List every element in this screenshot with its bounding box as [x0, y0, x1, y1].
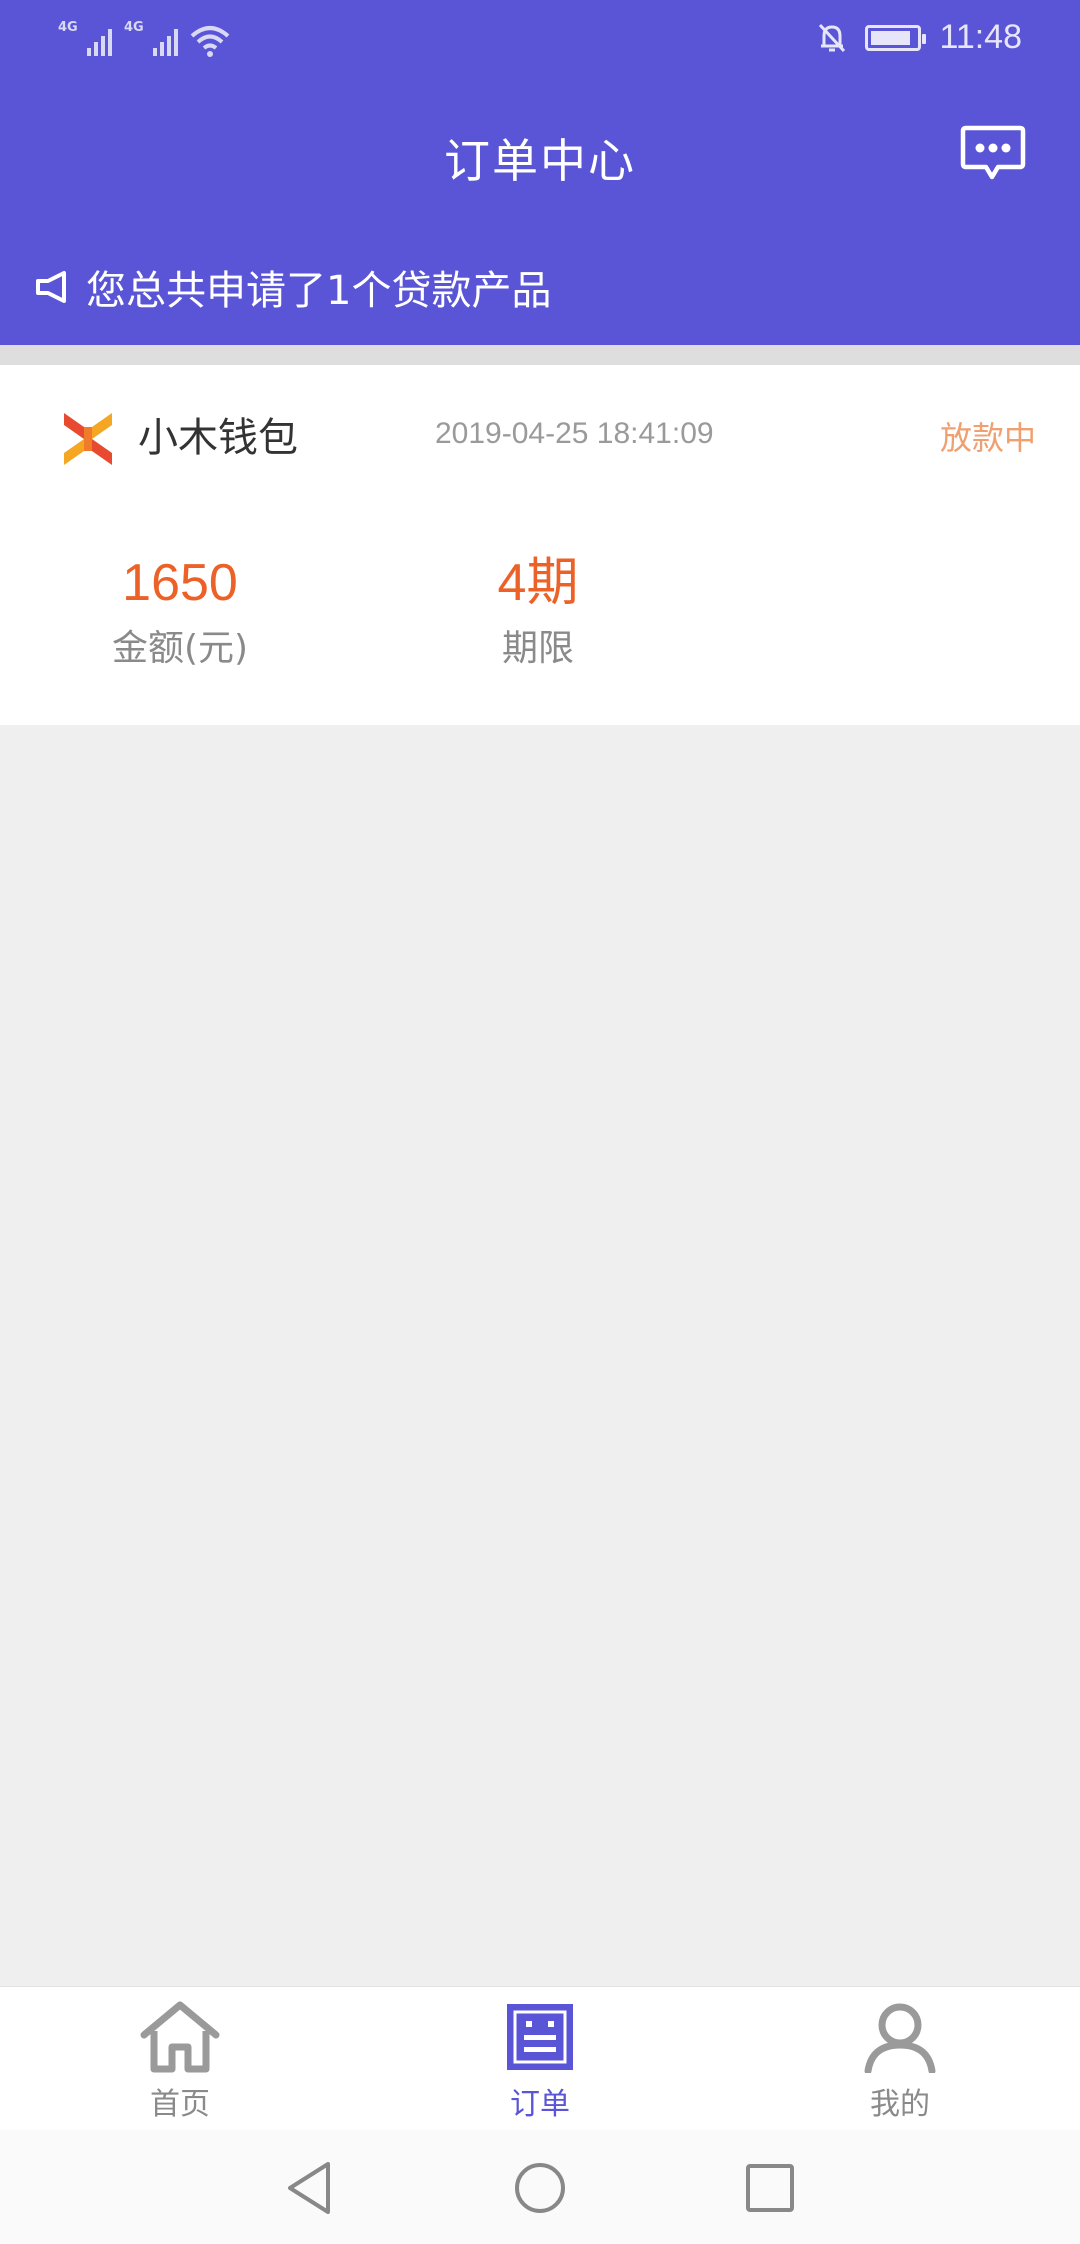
status-right: 11:48 [817, 18, 1022, 57]
header: 4G 4G 11:48 订单中心 您总共申请了1个贷款产品 [0, 0, 1080, 345]
network-type-label: 4G [124, 20, 144, 35]
battery-icon [865, 24, 927, 51]
tab-label: 我的 [870, 2087, 930, 2122]
back-icon[interactable] [280, 2158, 340, 2218]
chat-bubble-icon[interactable] [960, 124, 1026, 182]
status-bar: 4G 4G 11:48 [0, 0, 1080, 80]
clock: 11:48 [939, 18, 1022, 56]
xiaomu-logo-icon [64, 413, 112, 465]
divider [0, 345, 1080, 365]
order-card[interactable]: 小木钱包 2019-04-25 18:41:09 放款中 1650 金额(元) … [0, 365, 1080, 725]
megaphone-icon [36, 271, 66, 303]
recents-icon[interactable] [740, 2158, 800, 2218]
signal-icon: 4G [58, 18, 112, 58]
amount-label: 金额(元) [111, 628, 249, 669]
bell-muted-icon [819, 23, 846, 52]
home-nav-icon[interactable] [510, 2158, 570, 2218]
system-nav-bar [0, 2130, 1080, 2244]
network-type-label: 4G [58, 20, 78, 35]
status-badge: 放款中 [939, 419, 1036, 457]
tab-mine[interactable]: 我的 [820, 2001, 980, 2123]
bottom-tab-bar: 首页 订单 我的 [0, 1986, 1080, 2130]
tab-order[interactable]: 订单 [460, 2001, 620, 2123]
order-time: 2019-04-25 18:41:09 [435, 417, 714, 450]
tab-label: 首页 [150, 2087, 210, 2122]
tab-label: 订单 [510, 2087, 570, 2122]
term-metric: 4期 期限 [428, 555, 648, 671]
term-value: 4期 [497, 554, 579, 612]
signal-icon: 4G [124, 18, 178, 58]
home-icon [140, 2001, 220, 2073]
notice-bar: 您总共申请了1个贷款产品 [34, 258, 551, 316]
tab-home[interactable]: 首页 [100, 2001, 260, 2123]
user-icon [864, 2003, 936, 2073]
wifi-icon [190, 26, 230, 57]
notice-text: 您总共申请了1个贷款产品 [86, 268, 552, 314]
status-left: 4G 4G [58, 18, 230, 58]
amount-value: 1650 [122, 554, 238, 612]
order-icon [507, 2004, 573, 2070]
product-name: 小木钱包 [138, 415, 298, 461]
term-label: 期限 [501, 628, 574, 669]
amount-metric: 1650 金额(元) [70, 555, 290, 671]
page-title: 订单中心 [444, 134, 636, 188]
